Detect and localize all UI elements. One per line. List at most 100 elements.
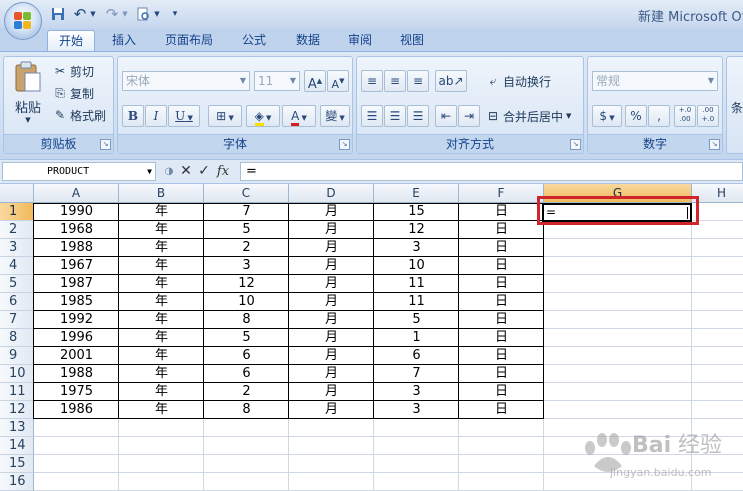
cell-b3[interactable]: 年 — [119, 239, 204, 257]
shrink-font-button[interactable]: A▼ — [327, 70, 349, 92]
cell-a7[interactable]: 1992 — [34, 311, 119, 329]
row-header-11[interactable]: 11 — [0, 383, 34, 401]
cell-a9[interactable]: 2001 — [34, 347, 119, 365]
copy-button[interactable]: ⎘ 复制 — [52, 83, 94, 103]
format-painter-button[interactable]: ✎ 格式刷 — [52, 105, 106, 125]
cell-f12[interactable]: 日 — [459, 401, 544, 419]
undo-dropdown-icon[interactable]: ▼ — [89, 5, 97, 22]
cell-a10[interactable]: 1988 — [34, 365, 119, 383]
cell-f7[interactable]: 日 — [459, 311, 544, 329]
cell-d1[interactable]: 月 — [289, 203, 374, 221]
cell-c2[interactable]: 5 — [204, 221, 289, 239]
tab-data[interactable]: 数据 — [286, 30, 330, 51]
cell-a1[interactable]: 1990 — [34, 203, 119, 221]
cell-b5[interactable]: 年 — [119, 275, 204, 293]
row-header-5[interactable]: 5 — [0, 275, 34, 293]
cell-e10[interactable]: 7 — [374, 365, 459, 383]
underline-button[interactable]: U ▼ — [168, 105, 200, 127]
paste-button[interactable]: 粘贴 ▼ — [10, 61, 46, 131]
decrease-decimal-button[interactable]: .00 +.0 — [697, 105, 719, 127]
tab-page-layout[interactable]: 页面布局 — [157, 30, 221, 51]
row-header-3[interactable]: 3 — [0, 239, 34, 257]
column-header-h[interactable]: H — [692, 184, 743, 203]
cell-b10[interactable]: 年 — [119, 365, 204, 383]
save-icon[interactable] — [50, 5, 66, 22]
cell-b4[interactable]: 年 — [119, 257, 204, 275]
row-header-2[interactable]: 2 — [0, 221, 34, 239]
tab-view[interactable]: 视图 — [390, 30, 434, 51]
align-bottom-button[interactable]: ≡ — [407, 70, 429, 92]
cell-e9[interactable]: 6 — [374, 347, 459, 365]
cell-d10[interactable]: 月 — [289, 365, 374, 383]
cell-f6[interactable]: 日 — [459, 293, 544, 311]
cell-b12[interactable]: 年 — [119, 401, 204, 419]
row-header-12[interactable]: 12 — [0, 401, 34, 419]
cell-f3[interactable]: 日 — [459, 239, 544, 257]
wrap-text-button[interactable]: ⤶ 自动换行 — [485, 71, 551, 91]
cell-b8[interactable]: 年 — [119, 329, 204, 347]
print-preview-icon[interactable] — [135, 5, 151, 22]
cell-a2[interactable]: 1968 — [34, 221, 119, 239]
cell-b11[interactable]: 年 — [119, 383, 204, 401]
cell-d4[interactable]: 月 — [289, 257, 374, 275]
select-all-corner[interactable] — [0, 184, 34, 203]
row-header-6[interactable]: 6 — [0, 293, 34, 311]
expand-icon[interactable]: ◑ — [160, 162, 178, 181]
number-launcher-icon[interactable]: ↘ — [709, 139, 720, 150]
cell-d8[interactable]: 月 — [289, 329, 374, 347]
cell-c4[interactable]: 3 — [204, 257, 289, 275]
cell-d2[interactable]: 月 — [289, 221, 374, 239]
row-header-8[interactable]: 8 — [0, 329, 34, 347]
font-name-select[interactable]: 宋体 ▼ — [122, 71, 250, 91]
clipboard-launcher-icon[interactable]: ↘ — [100, 139, 111, 150]
cell-d7[interactable]: 月 — [289, 311, 374, 329]
font-color-button[interactable]: A ▼ — [282, 105, 316, 127]
tab-review[interactable]: 审阅 — [338, 30, 382, 51]
align-center-button[interactable]: ☰ — [384, 105, 406, 127]
conditional-format-button[interactable]: 条 — [731, 97, 743, 117]
cell-c7[interactable]: 8 — [204, 311, 289, 329]
cell-c10[interactable]: 6 — [204, 365, 289, 383]
cell-c8[interactable]: 5 — [204, 329, 289, 347]
merge-center-button[interactable]: ⊟ 合并后居中 ▼ — [485, 106, 571, 126]
cell-a3[interactable]: 1988 — [34, 239, 119, 257]
cell-e7[interactable]: 5 — [374, 311, 459, 329]
cell-f9[interactable]: 日 — [459, 347, 544, 365]
decrease-indent-button[interactable]: ⇤ — [435, 105, 457, 127]
row-header-7[interactable]: 7 — [0, 311, 34, 329]
cell-b7[interactable]: 年 — [119, 311, 204, 329]
cell-d5[interactable]: 月 — [289, 275, 374, 293]
align-top-button[interactable]: ≡ — [361, 70, 383, 92]
cell-b2[interactable]: 年 — [119, 221, 204, 239]
currency-button[interactable]: $ ▼ — [592, 105, 622, 127]
insert-function-icon[interactable]: fx — [214, 162, 232, 181]
column-header-a[interactable]: A — [34, 184, 119, 203]
alignment-launcher-icon[interactable]: ↘ — [570, 139, 581, 150]
customize-icon[interactable]: ▾ — [170, 5, 180, 22]
cell-c9[interactable]: 6 — [204, 347, 289, 365]
cell-a6[interactable]: 1985 — [34, 293, 119, 311]
cell-f10[interactable]: 日 — [459, 365, 544, 383]
align-middle-button[interactable]: ≡ — [384, 70, 406, 92]
tab-home[interactable]: 开始 — [47, 30, 95, 51]
column-header-f[interactable]: F — [459, 184, 544, 203]
cell-d11[interactable]: 月 — [289, 383, 374, 401]
bold-button[interactable]: B — [122, 105, 144, 127]
column-header-e[interactable]: E — [374, 184, 459, 203]
tab-formulas[interactable]: 公式 — [232, 30, 276, 51]
cell-c12[interactable]: 8 — [204, 401, 289, 419]
cell-b6[interactable]: 年 — [119, 293, 204, 311]
print-preview-dropdown-icon[interactable]: ▼ — [153, 5, 161, 22]
column-header-c[interactable]: C — [204, 184, 289, 203]
cell-a8[interactable]: 1996 — [34, 329, 119, 347]
tab-insert[interactable]: 插入 — [103, 30, 145, 51]
cell-a5[interactable]: 1987 — [34, 275, 119, 293]
fill-color-button[interactable]: ◈ ▼ — [246, 105, 280, 127]
enter-icon[interactable]: ✓ — [195, 162, 213, 181]
row-header-15[interactable]: 15 — [0, 455, 34, 473]
row-header-4[interactable]: 4 — [0, 257, 34, 275]
row-header-16[interactable]: 16 — [0, 473, 34, 491]
align-right-button[interactable]: ☰ — [407, 105, 429, 127]
percent-button[interactable]: % — [625, 105, 647, 127]
cell-f4[interactable]: 日 — [459, 257, 544, 275]
